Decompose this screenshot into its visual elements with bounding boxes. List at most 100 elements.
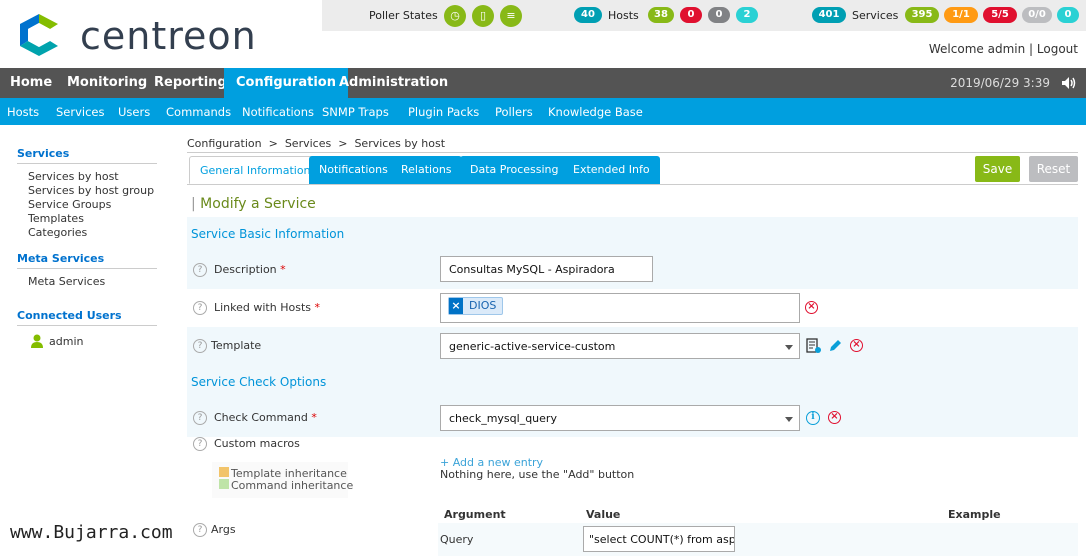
- clear-command-icon[interactable]: ×: [828, 411, 841, 424]
- help-icon[interactable]: ?: [193, 523, 207, 537]
- args-value-input[interactable]: "select COUNT(*) from aspira: [583, 526, 735, 552]
- sidebar-item-service-groups[interactable]: Service Groups: [28, 198, 111, 211]
- hosts-pending-badge[interactable]: 2: [736, 7, 758, 23]
- breadcrumb-configuration[interactable]: Configuration: [187, 137, 262, 150]
- header: centreon Poller States ◷ ▯ ≡ 40 Hosts 38…: [0, 0, 1086, 68]
- subnav-commands[interactable]: Commands: [166, 105, 231, 119]
- check-command-label: Check Command *: [214, 411, 317, 424]
- help-icon[interactable]: ?: [193, 437, 207, 451]
- help-icon[interactable]: ?: [193, 301, 207, 315]
- description-label-text: Description: [214, 263, 277, 276]
- database-inbox-icon[interactable]: ▯: [472, 5, 494, 27]
- sidebar-item-meta-services[interactable]: Meta Services: [28, 275, 105, 288]
- nav-reporting[interactable]: Reporting: [144, 68, 237, 98]
- section-title-basic: Service Basic Information: [191, 227, 345, 241]
- welcome-area: Welcome admin | Logout: [929, 42, 1078, 56]
- tab-extended-info[interactable]: Extended Info: [563, 156, 660, 184]
- save-button[interactable]: Save: [975, 156, 1020, 182]
- subnav-knowledge-base[interactable]: Knowledge Base: [548, 105, 643, 119]
- sidebar-item-services-by-host-group[interactable]: Services by host group: [28, 184, 154, 197]
- section-title-check: Service Check Options: [191, 375, 327, 389]
- subnav-plugin-packs[interactable]: Plugin Packs: [408, 105, 479, 119]
- speaker-icon[interactable]: [1060, 75, 1076, 91]
- check-command-value: check_mysql_query: [449, 412, 557, 425]
- services-unknown-badge[interactable]: 0/0: [1022, 7, 1052, 23]
- view-template-icon[interactable]: [806, 338, 822, 354]
- breadcrumb-separator: >: [338, 137, 348, 150]
- services-total-badge[interactable]: 401: [812, 7, 846, 23]
- sidebar-item-services-by-host[interactable]: Services by host: [28, 170, 119, 183]
- divider: [187, 152, 1078, 153]
- divider: [187, 184, 1078, 185]
- host-tag[interactable]: × DIOS: [448, 297, 504, 315]
- hosts-total-badge[interactable]: 40: [574, 7, 602, 23]
- nav-monitoring[interactable]: Monitoring: [57, 68, 157, 98]
- check-command-label-text: Check Command: [214, 411, 308, 424]
- template-select[interactable]: generic-active-service-custom: [440, 333, 800, 359]
- clear-hosts-icon[interactable]: ×: [805, 301, 818, 314]
- welcome-separator: |: [1029, 42, 1034, 56]
- logo-text: centreon: [80, 14, 257, 58]
- template-inheritance-swatch: [219, 467, 229, 477]
- template-value: generic-active-service-custom: [449, 340, 616, 353]
- sidebar-section-connected-users: Connected Users: [17, 309, 157, 326]
- sidebar-section-services[interactable]: Services: [17, 147, 157, 164]
- check-command-select[interactable]: check_mysql_query: [440, 405, 800, 431]
- command-inheritance-swatch: [219, 479, 229, 489]
- subnav-users[interactable]: Users: [118, 105, 150, 119]
- logout-link[interactable]: Logout: [1037, 42, 1078, 56]
- remove-tag-icon[interactable]: ×: [449, 298, 463, 314]
- user-icon: [31, 334, 43, 348]
- help-icon[interactable]: ?: [193, 339, 207, 353]
- template-label: Template: [211, 339, 262, 352]
- table-row: [438, 523, 1078, 556]
- chevron-down-icon[interactable]: [785, 417, 793, 422]
- tab-relations[interactable]: Relations: [391, 156, 462, 184]
- form-title: | Modify a Service: [191, 196, 316, 212]
- sub-navigation: Hosts Services Users Commands Notificati…: [0, 98, 1086, 125]
- tab-general-information[interactable]: General Information: [189, 156, 322, 184]
- description-input[interactable]: Consultas MySQL - Aspiradora: [440, 256, 653, 282]
- hosts-unreachable-badge[interactable]: 0: [708, 7, 730, 23]
- info-icon[interactable]: i: [806, 411, 820, 425]
- services-critical-badge[interactable]: 5/5: [983, 7, 1017, 23]
- host-tag-label: DIOS: [469, 299, 497, 312]
- database-icon[interactable]: ≡: [500, 5, 522, 27]
- centreon-logo[interactable]: centreon: [16, 10, 276, 58]
- services-pending-badge[interactable]: 0: [1057, 7, 1079, 23]
- clock-text: 2019/06/29 3:39: [950, 76, 1050, 90]
- sidebar-section-meta-services[interactable]: Meta Services: [17, 252, 157, 269]
- nav-administration[interactable]: Administration: [329, 68, 458, 98]
- hosts-down-badge[interactable]: 0: [680, 7, 702, 23]
- connected-user-admin: admin: [49, 335, 84, 348]
- linked-hosts-label: Linked with Hosts *: [214, 301, 320, 314]
- tab-notifications[interactable]: Notifications: [309, 156, 398, 184]
- help-icon[interactable]: ?: [193, 411, 207, 425]
- chevron-down-icon[interactable]: [785, 345, 793, 350]
- sidebar-item-categories[interactable]: Categories: [28, 226, 87, 239]
- reset-button[interactable]: Reset: [1029, 156, 1078, 182]
- breadcrumb-services[interactable]: Services: [285, 137, 331, 150]
- clear-template-icon[interactable]: ×: [850, 339, 863, 352]
- subnav-services[interactable]: Services: [56, 105, 105, 119]
- subnav-hosts[interactable]: Hosts: [7, 105, 39, 119]
- nav-home[interactable]: Home: [0, 68, 62, 98]
- linked-hosts-select[interactable]: × DIOS: [440, 293, 800, 323]
- hosts-up-badge[interactable]: 38: [648, 7, 674, 23]
- args-header-example: Example: [948, 508, 1001, 521]
- hosts-label: Hosts: [608, 9, 639, 22]
- services-ok-badge[interactable]: 395: [905, 7, 939, 23]
- subnav-pollers[interactable]: Pollers: [495, 105, 533, 119]
- args-argument-cell: Query: [440, 533, 474, 546]
- subnav-snmp-traps[interactable]: SNMP Traps: [322, 105, 389, 119]
- edit-pencil-icon[interactable]: [828, 338, 843, 353]
- main-navigation: Home Monitoring Reporting Configuration …: [0, 68, 1086, 98]
- subnav-notifications[interactable]: Notifications: [242, 105, 314, 119]
- services-warning-badge[interactable]: 1/1: [944, 7, 978, 23]
- tab-data-processing[interactable]: Data Processing: [460, 156, 569, 184]
- help-icon[interactable]: ?: [193, 263, 207, 277]
- clock-icon[interactable]: ◷: [444, 5, 466, 27]
- sidebar-item-templates[interactable]: Templates: [28, 212, 84, 225]
- breadcrumb-services-by-host[interactable]: Services by host: [354, 137, 445, 150]
- breadcrumb-separator: >: [268, 137, 278, 150]
